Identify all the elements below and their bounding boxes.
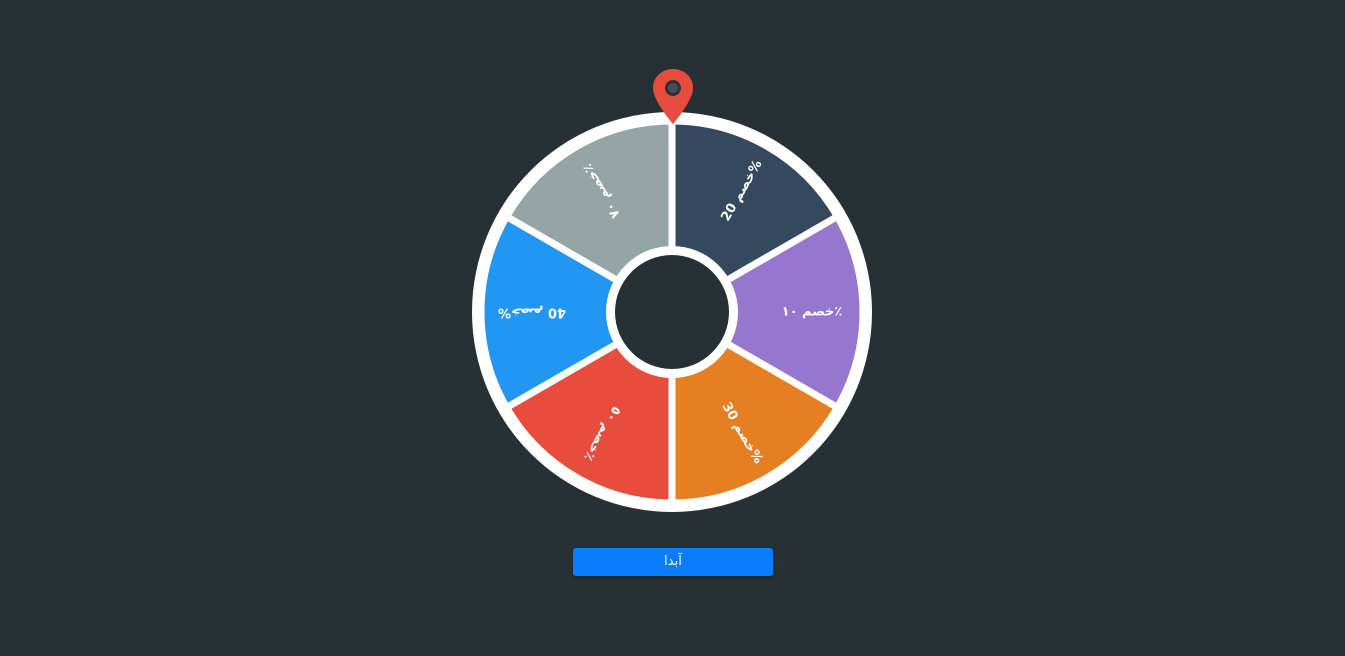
wheel-hub	[615, 255, 729, 369]
wheel-segment-label: خصم ١٠٪	[782, 305, 843, 320]
map-marker-icon	[653, 69, 693, 124]
spin-button[interactable]: آبدا	[573, 548, 773, 576]
game-stage: خصم 20% خصم ١٠٪ خصم 30% خصم ٥٠٪ خصم 40% خصم ٧…	[0, 0, 1345, 656]
wheel-segment-label: خصم 40%	[498, 305, 566, 320]
prize-wheel[interactable]: خصم 20%خصم ١٠٪خصم 30%خصم ٥٠٪خصم 40%خصم ٧…	[472, 112, 872, 512]
